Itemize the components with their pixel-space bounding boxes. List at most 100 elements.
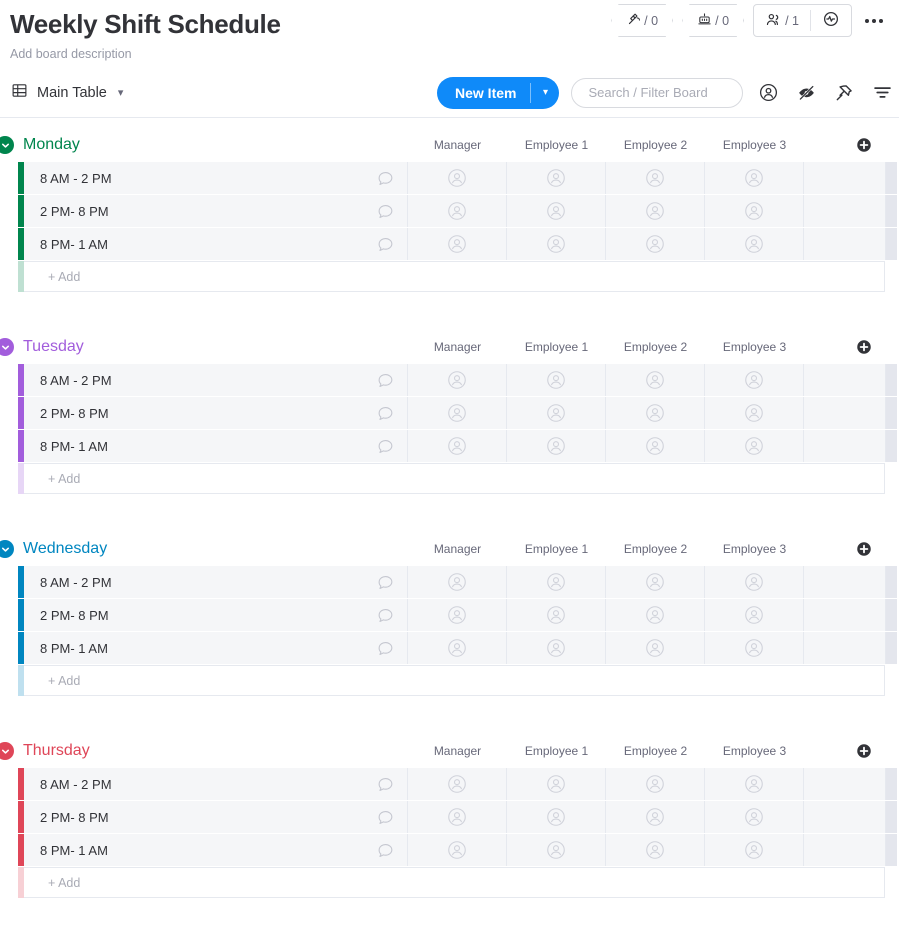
cell-employee-3[interactable] <box>705 364 804 396</box>
horizontal-scrollbar[interactable] <box>886 632 897 664</box>
cell-employee-3[interactable] <box>705 801 804 833</box>
cell-employee-2[interactable] <box>606 228 705 260</box>
column-header-1[interactable]: Employee 1 <box>507 138 606 152</box>
add-item-row[interactable]: + Add <box>0 463 899 494</box>
add-item-row[interactable]: + Add <box>0 665 899 696</box>
cell-employee-1[interactable] <box>507 364 606 396</box>
column-header-3[interactable]: Employee 3 <box>705 340 804 354</box>
group-collapse-toggle[interactable] <box>0 136 14 154</box>
column-header-2[interactable]: Employee 2 <box>606 542 705 556</box>
table-row[interactable]: 8 AM - 2 PM <box>0 162 899 194</box>
add-column-button[interactable] <box>849 136 879 154</box>
add-item-label[interactable]: + Add <box>24 867 885 898</box>
horizontal-scrollbar[interactable] <box>886 228 897 260</box>
table-row[interactable]: 8 PM- 1 AM <box>0 834 899 866</box>
search-input[interactable] <box>586 84 728 101</box>
add-column-button[interactable] <box>849 540 879 558</box>
cell-manager[interactable] <box>408 397 507 429</box>
row-name-cell[interactable]: 2 PM- 8 PM <box>24 195 408 227</box>
person-filter-icon[interactable] <box>755 80 781 106</box>
new-item-button[interactable]: New Item ▾ <box>437 77 559 109</box>
row-name-cell[interactable]: 8 PM- 1 AM <box>24 632 408 664</box>
horizontal-scrollbar[interactable] <box>886 162 897 194</box>
cell-employee-2[interactable] <box>606 801 705 833</box>
row-name-cell[interactable]: 8 PM- 1 AM <box>24 834 408 866</box>
table-row[interactable]: 2 PM- 8 PM <box>0 599 899 631</box>
cell-employee-2[interactable] <box>606 397 705 429</box>
cell-manager[interactable] <box>408 599 507 631</box>
column-header-0[interactable]: Manager <box>408 138 507 152</box>
column-header-3[interactable]: Employee 3 <box>705 542 804 556</box>
row-name-cell[interactable]: 2 PM- 8 PM <box>24 397 408 429</box>
members-button[interactable]: / 1 <box>754 5 810 36</box>
cell-manager[interactable] <box>408 430 507 462</box>
new-item-dropdown-icon[interactable]: ▾ <box>531 77 559 109</box>
row-name-cell[interactable]: 2 PM- 8 PM <box>24 801 408 833</box>
row-name-cell[interactable]: 8 AM - 2 PM <box>24 162 408 194</box>
add-item-label[interactable]: + Add <box>24 463 885 494</box>
add-item-label[interactable]: + Add <box>24 261 885 292</box>
group-collapse-toggle[interactable] <box>0 742 14 760</box>
column-header-1[interactable]: Employee 1 <box>507 340 606 354</box>
horizontal-scrollbar[interactable] <box>886 834 897 866</box>
cell-employee-3[interactable] <box>705 430 804 462</box>
column-header-1[interactable]: Employee 1 <box>507 542 606 556</box>
comment-icon[interactable] <box>376 775 395 794</box>
activity-button[interactable] <box>811 5 851 36</box>
column-header-3[interactable]: Employee 3 <box>705 138 804 152</box>
cell-employee-3[interactable] <box>705 768 804 800</box>
table-row[interactable]: 2 PM- 8 PM <box>0 397 899 429</box>
horizontal-scrollbar[interactable] <box>886 397 897 429</box>
cell-employee-1[interactable] <box>507 801 606 833</box>
cell-employee-3[interactable] <box>705 162 804 194</box>
filter-icon[interactable] <box>869 80 895 106</box>
view-tab-main-table[interactable]: Main Table ▾ <box>8 82 123 103</box>
cell-employee-3[interactable] <box>705 599 804 631</box>
add-item-label[interactable]: + Add <box>24 665 885 696</box>
cell-employee-1[interactable] <box>507 195 606 227</box>
cell-employee-1[interactable] <box>507 566 606 598</box>
column-header-2[interactable]: Employee 2 <box>606 138 705 152</box>
board-description[interactable]: Add board description <box>8 46 883 62</box>
cell-manager[interactable] <box>408 228 507 260</box>
pin-icon[interactable] <box>831 80 857 106</box>
table-row[interactable]: 8 PM- 1 AM <box>0 632 899 664</box>
column-header-0[interactable]: Manager <box>408 542 507 556</box>
group-title[interactable]: Monday <box>23 136 80 154</box>
comment-icon[interactable] <box>376 639 395 658</box>
comment-icon[interactable] <box>376 573 395 592</box>
column-header-0[interactable]: Manager <box>408 744 507 758</box>
column-header-1[interactable]: Employee 1 <box>507 744 606 758</box>
cell-employee-1[interactable] <box>507 599 606 631</box>
cell-employee-1[interactable] <box>507 768 606 800</box>
cell-manager[interactable] <box>408 195 507 227</box>
comment-icon[interactable] <box>376 371 395 390</box>
add-item-row[interactable]: + Add <box>0 261 899 292</box>
cell-manager[interactable] <box>408 768 507 800</box>
cell-employee-2[interactable] <box>606 834 705 866</box>
column-header-2[interactable]: Employee 2 <box>606 744 705 758</box>
column-header-0[interactable]: Manager <box>408 340 507 354</box>
horizontal-scrollbar[interactable] <box>886 768 897 800</box>
cell-employee-3[interactable] <box>705 632 804 664</box>
table-row[interactable]: 8 PM- 1 AM <box>0 430 899 462</box>
hide-eye-icon[interactable] <box>793 80 819 106</box>
group-title[interactable]: Thursday <box>23 742 90 760</box>
cell-employee-2[interactable] <box>606 195 705 227</box>
cell-employee-1[interactable] <box>507 162 606 194</box>
cell-employee-2[interactable] <box>606 430 705 462</box>
cell-manager[interactable] <box>408 162 507 194</box>
cell-manager[interactable] <box>408 801 507 833</box>
cell-employee-1[interactable] <box>507 632 606 664</box>
add-item-row[interactable]: + Add <box>0 867 899 898</box>
group-collapse-toggle[interactable] <box>0 338 14 356</box>
add-column-button[interactable] <box>849 338 879 356</box>
add-column-button[interactable] <box>849 742 879 760</box>
integrations-chip[interactable]: / 0 <box>611 4 673 37</box>
group-title[interactable]: Wednesday <box>23 540 107 558</box>
row-name-cell[interactable]: 8 PM- 1 AM <box>24 430 408 462</box>
group-collapse-toggle[interactable] <box>0 540 14 558</box>
comment-icon[interactable] <box>376 202 395 221</box>
comment-icon[interactable] <box>376 606 395 625</box>
cell-manager[interactable] <box>408 632 507 664</box>
